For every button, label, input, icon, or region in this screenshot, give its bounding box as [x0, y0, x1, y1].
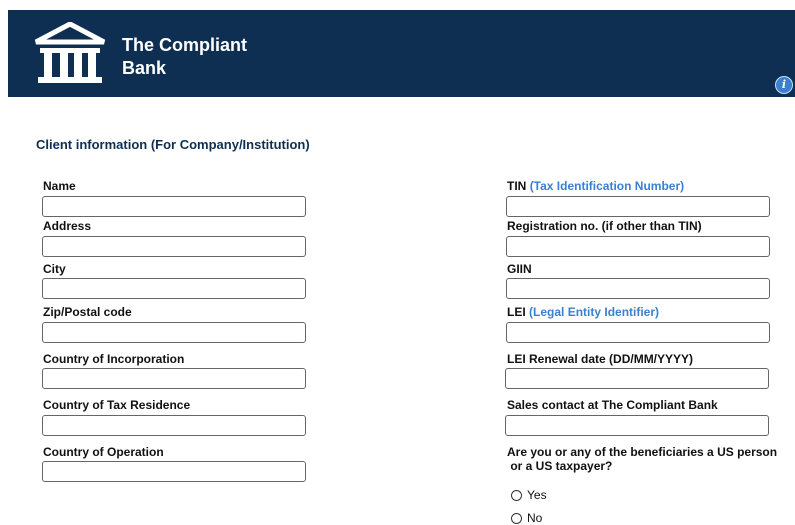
- us-person-question-line1: Are you or any of the beneficiaries a US…: [507, 445, 778, 459]
- header-banner: The Compliant Bank i: [8, 10, 795, 97]
- radio-no-circle[interactable]: [511, 512, 522, 524]
- country-tax-field[interactable]: [42, 415, 306, 436]
- sales-contact-field[interactable]: [505, 415, 769, 436]
- radio-yes-circle[interactable]: [511, 489, 522, 501]
- country-tax-label: Country of Tax Residence: [43, 398, 191, 412]
- us-person-question-line2: or a US taxpayer?: [507, 459, 613, 473]
- lei-field[interactable]: [506, 322, 770, 343]
- lei-label-text: LEI: [507, 305, 526, 319]
- lei-label: LEI (Legal Entity Identifier): [507, 305, 659, 319]
- us-person-question: Are you or any of the beneficiaries a US…: [507, 445, 777, 473]
- bank-name: The Compliant Bank: [122, 34, 247, 80]
- zip-label: Zip/Postal code: [43, 305, 132, 319]
- tin-field[interactable]: [506, 196, 770, 217]
- address-label: Address: [43, 219, 92, 233]
- country-operation-field[interactable]: [42, 461, 306, 482]
- info-icon[interactable]: i: [775, 76, 793, 94]
- bank-name-line1: The Compliant: [122, 35, 247, 55]
- tin-label: TIN (Tax Identification Number): [507, 179, 684, 193]
- giin-field[interactable]: [506, 278, 770, 299]
- zip-field[interactable]: [42, 322, 306, 343]
- city-field[interactable]: [42, 278, 306, 299]
- bank-name-line2: Bank: [122, 58, 167, 78]
- radio-yes-label: Yes: [527, 488, 547, 502]
- sales-contact-label: Sales contact at The Compliant Bank: [507, 398, 718, 412]
- registration-label: Registration no. (if other than TIN): [507, 219, 702, 233]
- tin-hint: (Tax Identification Number): [529, 179, 685, 193]
- lei-renewal-field[interactable]: [505, 368, 769, 389]
- giin-label: GIIN: [507, 262, 532, 276]
- registration-field[interactable]: [506, 236, 770, 257]
- tin-label-text: TIN: [507, 179, 527, 193]
- city-label: City: [43, 262, 66, 276]
- lei-hint: (Legal Entity Identifier): [529, 305, 660, 319]
- address-field[interactable]: [42, 236, 306, 257]
- country-operation-label: Country of Operation: [43, 445, 164, 459]
- lei-renewal-label: LEI Renewal date (DD/MM/YYYY): [507, 352, 694, 366]
- name-field[interactable]: [42, 196, 306, 217]
- section-title: Client information (For Company/Institut…: [36, 137, 310, 152]
- country-incorporation-field[interactable]: [42, 368, 306, 389]
- bank-building-icon: [34, 22, 106, 83]
- name-label: Name: [43, 179, 76, 193]
- country-incorporation-label: Country of Incorporation: [43, 352, 185, 366]
- radio-yes[interactable]: Yes: [511, 488, 547, 502]
